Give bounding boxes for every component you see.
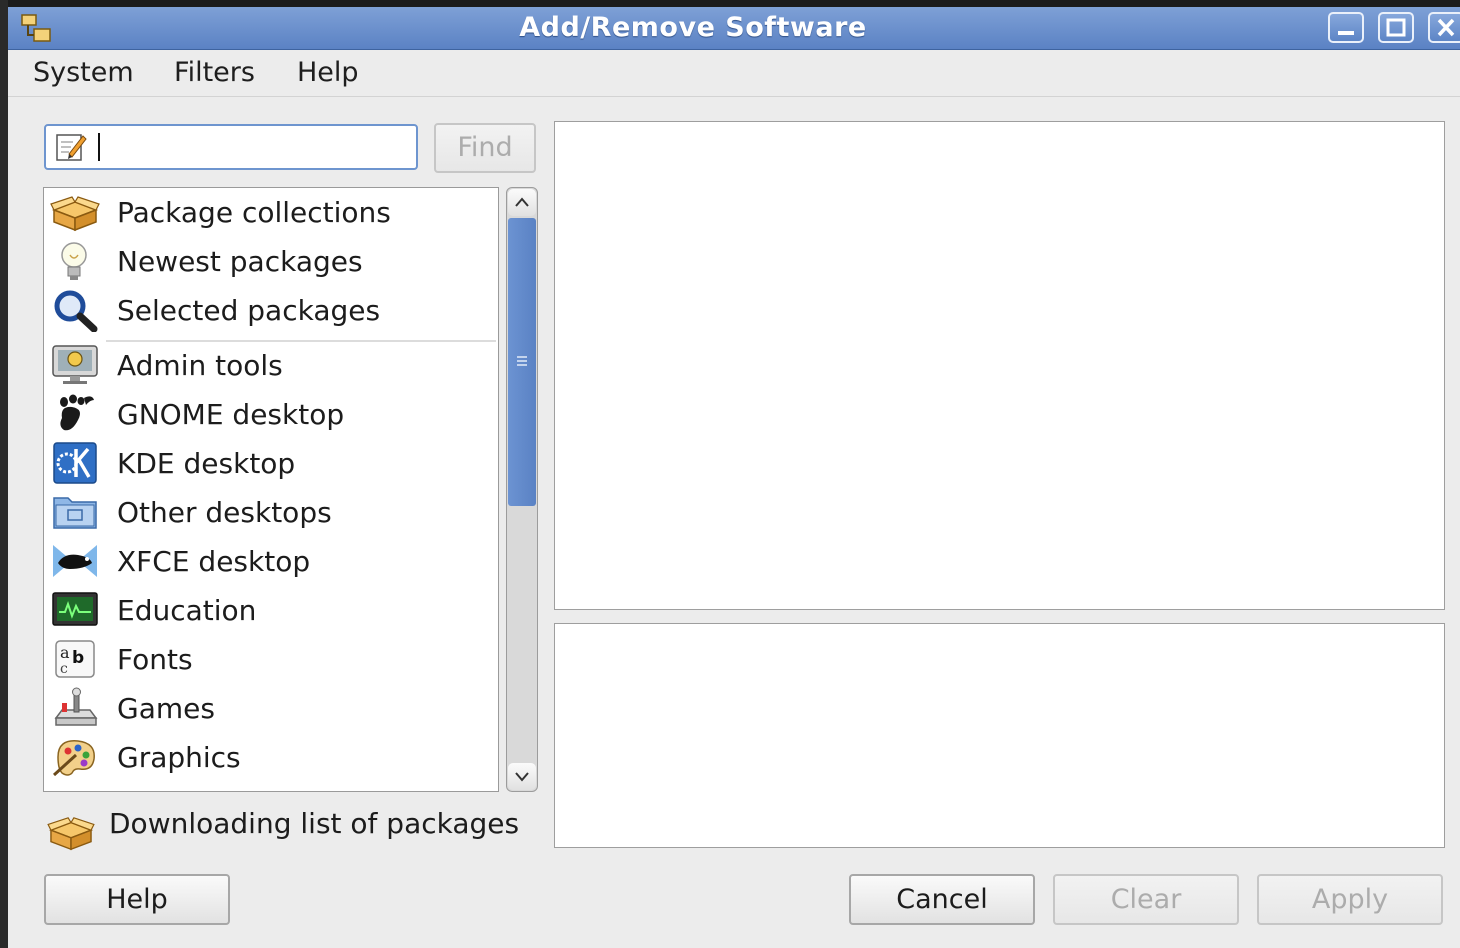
package-list-pane[interactable] <box>554 121 1445 610</box>
close-button[interactable] <box>1428 12 1460 43</box>
desktop-folder-icon <box>53 497 97 529</box>
apply-button[interactable]: Apply <box>1257 874 1443 925</box>
category-label: Graphics <box>117 741 241 774</box>
search-field[interactable] <box>44 124 418 170</box>
category-label: XFCE desktop <box>117 545 311 578</box>
lightbulb-icon <box>61 242 87 280</box>
list-item[interactable]: Newest packages <box>44 237 498 286</box>
category-label: Fonts <box>117 643 193 676</box>
scroll-thumb[interactable] <box>508 218 536 506</box>
scroll-grip-icon <box>517 356 527 366</box>
category-label: Admin tools <box>117 349 283 382</box>
list-item[interactable]: a b c Fonts <box>44 635 498 684</box>
category-label: Education <box>117 594 257 627</box>
category-label: Other desktops <box>117 496 332 529</box>
chevron-up-icon <box>515 197 529 207</box>
menu-filters[interactable]: Filters <box>174 50 255 96</box>
category-list[interactable]: Package collections Newest packages Sele… <box>43 187 499 792</box>
svg-text:a: a <box>60 643 70 662</box>
palette-icon <box>52 740 95 777</box>
svg-text:c: c <box>60 661 68 677</box>
list-item[interactable]: Admin tools <box>44 341 498 390</box>
list-item[interactable]: Games <box>44 684 498 733</box>
menu-bar: System Filters Help <box>8 50 1460 97</box>
package-description-pane[interactable] <box>554 623 1445 848</box>
xfce-mouse-icon <box>53 545 97 577</box>
find-button[interactable]: Find <box>434 123 536 173</box>
education-monitor-icon <box>52 592 98 626</box>
category-label: Selected packages <box>117 294 381 327</box>
admin-monitor-icon <box>52 345 98 384</box>
joystick-icon <box>54 687 98 726</box>
minimize-icon <box>1338 31 1354 35</box>
minimize-button[interactable] <box>1328 12 1364 43</box>
list-item[interactable]: Graphics <box>44 733 498 782</box>
add-remove-software-window: Add/Remove Software System Filters Help <box>8 7 1460 948</box>
list-item[interactable]: XFCE desktop <box>44 537 498 586</box>
help-button[interactable]: Help <box>44 874 230 925</box>
title-bar[interactable]: Add/Remove Software <box>8 7 1460 50</box>
search-input[interactable] <box>96 130 406 164</box>
list-item[interactable]: Other desktops <box>44 488 498 537</box>
list-item[interactable]: Education <box>44 586 498 635</box>
edit-pencil-icon <box>56 134 87 161</box>
text-cursor <box>98 133 100 161</box>
menu-help[interactable]: Help <box>297 50 359 96</box>
clear-button[interactable]: Clear <box>1053 874 1239 925</box>
category-label: Package collections <box>117 196 391 229</box>
desktop-background-left <box>0 0 8 948</box>
desktop-background-top <box>0 0 1460 7</box>
fonts-icon: a b c <box>55 640 95 678</box>
category-label: Games <box>117 692 215 725</box>
package-box-icon <box>50 196 100 232</box>
package-box-icon <box>47 817 95 851</box>
category-label: KDE desktop <box>117 447 296 480</box>
category-list-scrollbar[interactable] <box>506 187 538 792</box>
svg-text:b: b <box>72 648 84 668</box>
maximize-icon <box>1386 18 1406 37</box>
close-icon <box>1437 18 1455 37</box>
category-label: Newest packages <box>117 245 363 278</box>
list-item[interactable]: GNOME desktop <box>44 390 498 439</box>
category-label: GNOME desktop <box>117 398 345 431</box>
list-item[interactable]: Selected packages <box>44 286 498 335</box>
list-item[interactable]: Package collections <box>44 188 498 237</box>
chevron-down-icon <box>515 772 529 782</box>
kde-logo-icon <box>53 442 97 484</box>
menu-system[interactable]: System <box>33 50 134 96</box>
scroll-down-button[interactable] <box>508 763 536 790</box>
gnome-foot-icon <box>60 394 94 431</box>
cancel-button[interactable]: Cancel <box>849 874 1035 925</box>
scroll-up-button[interactable] <box>508 189 536 216</box>
status-text: Downloading list of packages <box>109 807 520 840</box>
window-title: Add/Remove Software <box>519 12 867 43</box>
list-item[interactable]: KDE desktop <box>44 439 498 488</box>
magnifier-icon <box>54 290 98 332</box>
maximize-button[interactable] <box>1378 12 1414 43</box>
